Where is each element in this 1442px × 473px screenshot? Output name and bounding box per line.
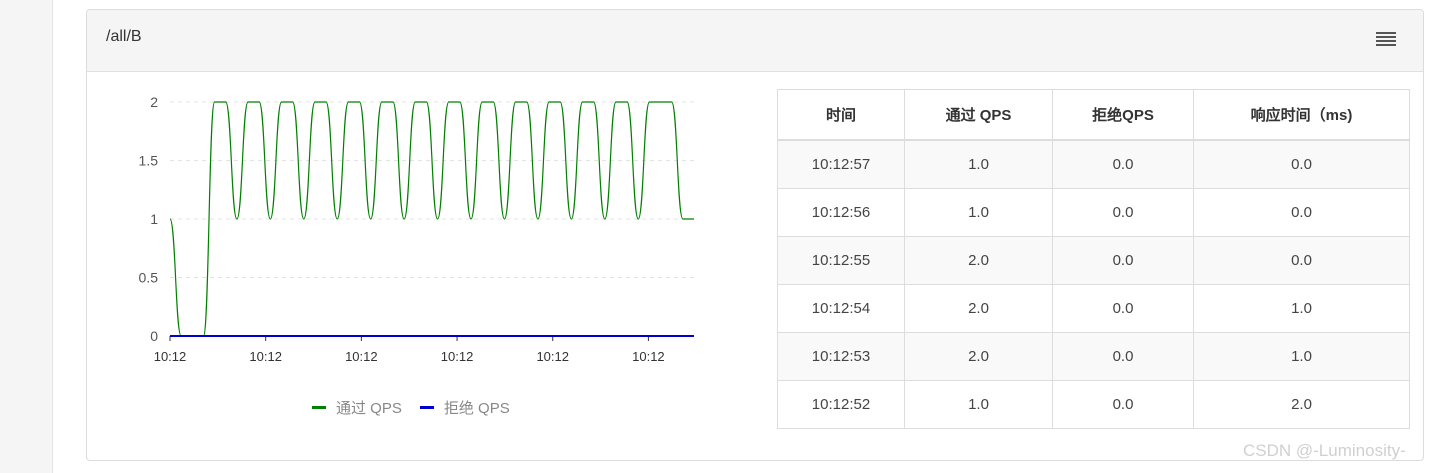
cell-reject-qps: 0.0 xyxy=(1052,236,1194,285)
cell-pass-qps: 1.0 xyxy=(904,188,1053,237)
cell-response-time: 2.0 xyxy=(1193,380,1410,429)
hamburger-menu-icon[interactable] xyxy=(1376,32,1396,48)
table-row: 10:12:56 1.0 0.0 0.0 xyxy=(777,188,1410,237)
table-header-row: 时间 通过 QPS 拒绝QPS 响应时间（ms) xyxy=(777,89,1410,141)
cell-time: 10:12:54 xyxy=(777,284,905,333)
table-row: 10:12:55 2.0 0.0 0.0 xyxy=(777,236,1410,285)
y-tick-label: 1.5 xyxy=(139,153,159,169)
panel-title: /all/B xyxy=(106,28,142,45)
cell-time: 10:12:53 xyxy=(777,332,905,381)
col-header-time: 时间 xyxy=(777,89,905,141)
legend-label-pass-qps: 通过 QPS xyxy=(336,400,402,417)
cell-time: 10:12:52 xyxy=(777,380,905,429)
panel-header: /all/B xyxy=(87,10,1423,72)
y-tick-label: 0.5 xyxy=(139,270,159,286)
cell-pass-qps: 1.0 xyxy=(904,380,1053,429)
left-sidebar xyxy=(0,0,53,473)
table-row: 10:12:54 2.0 0.0 1.0 xyxy=(777,284,1410,333)
cell-reject-qps: 0.0 xyxy=(1052,188,1194,237)
series-line-pass-qps xyxy=(169,101,694,337)
legend-item-reject-qps[interactable]: 拒绝 QPS xyxy=(419,397,510,418)
qps-stats-table: 时间 通过 QPS 拒绝QPS 响应时间（ms) 10:12:57 1.0 0.… xyxy=(777,89,1410,429)
table-row: 10:12:57 1.0 0.0 0.0 xyxy=(777,139,1410,189)
x-tick-label: 10:12 xyxy=(345,349,378,364)
cell-reject-qps: 0.0 xyxy=(1052,380,1194,429)
qps-line-chart: 2 1.5 1 0.5 0 10:12 10:12 10:12 10:12 10:12 10:12 xyxy=(139,94,694,364)
cell-time: 10:12:56 xyxy=(777,188,905,237)
x-tick-label: 10:12 xyxy=(632,349,665,364)
legend-swatch-blue xyxy=(419,406,434,409)
cell-time: 10:12:55 xyxy=(777,236,905,285)
table-row: 10:12:53 2.0 0.0 1.0 xyxy=(777,332,1410,381)
x-tick-label: 10:12 xyxy=(154,349,187,364)
y-tick-label: 0 xyxy=(150,328,158,344)
chart-legend: 通过 QPS 拒绝 QPS xyxy=(312,397,510,418)
col-header-reject-qps: 拒绝QPS xyxy=(1052,89,1194,141)
cell-reject-qps: 0.0 xyxy=(1052,139,1194,189)
x-tick-label: 10:12 xyxy=(441,349,474,364)
x-tick-label: 10:12 xyxy=(536,349,569,364)
chart-series xyxy=(169,101,694,338)
cell-response-time: 0.0 xyxy=(1193,188,1410,237)
x-tick-label: 10:12 xyxy=(249,349,282,364)
cell-pass-qps: 1.0 xyxy=(904,139,1053,189)
cell-response-time: 1.0 xyxy=(1193,332,1410,381)
x-axis-ticks: 10:12 10:12 10:12 10:12 10:12 10:12 xyxy=(154,335,694,364)
cell-reject-qps: 0.0 xyxy=(1052,332,1194,381)
col-header-pass-qps: 通过 QPS xyxy=(904,89,1053,141)
col-header-response-time: 响应时间（ms) xyxy=(1193,89,1410,141)
cell-time: 10:12:57 xyxy=(777,139,905,189)
cell-pass-qps: 2.0 xyxy=(904,236,1053,285)
y-tick-label: 1 xyxy=(150,211,158,227)
y-axis-ticks: 2 1.5 1 0.5 0 xyxy=(139,94,159,344)
watermark-text: CSDN @-Luminosity- xyxy=(1243,441,1406,460)
cell-response-time: 0.0 xyxy=(1193,139,1410,189)
cell-reject-qps: 0.0 xyxy=(1052,284,1194,333)
cell-response-time: 0.0 xyxy=(1193,236,1410,285)
table-row: 10:12:52 1.0 0.0 2.0 xyxy=(777,380,1410,429)
cell-pass-qps: 2.0 xyxy=(904,284,1053,333)
cell-pass-qps: 2.0 xyxy=(904,332,1053,381)
chart-grid xyxy=(170,101,694,278)
legend-label-reject-qps: 拒绝 QPS xyxy=(443,400,510,417)
y-tick-label: 2 xyxy=(150,94,158,110)
legend-swatch-green xyxy=(312,406,326,409)
legend-item-pass-qps[interactable]: 通过 QPS xyxy=(312,397,402,418)
cell-response-time: 1.0 xyxy=(1193,284,1410,333)
